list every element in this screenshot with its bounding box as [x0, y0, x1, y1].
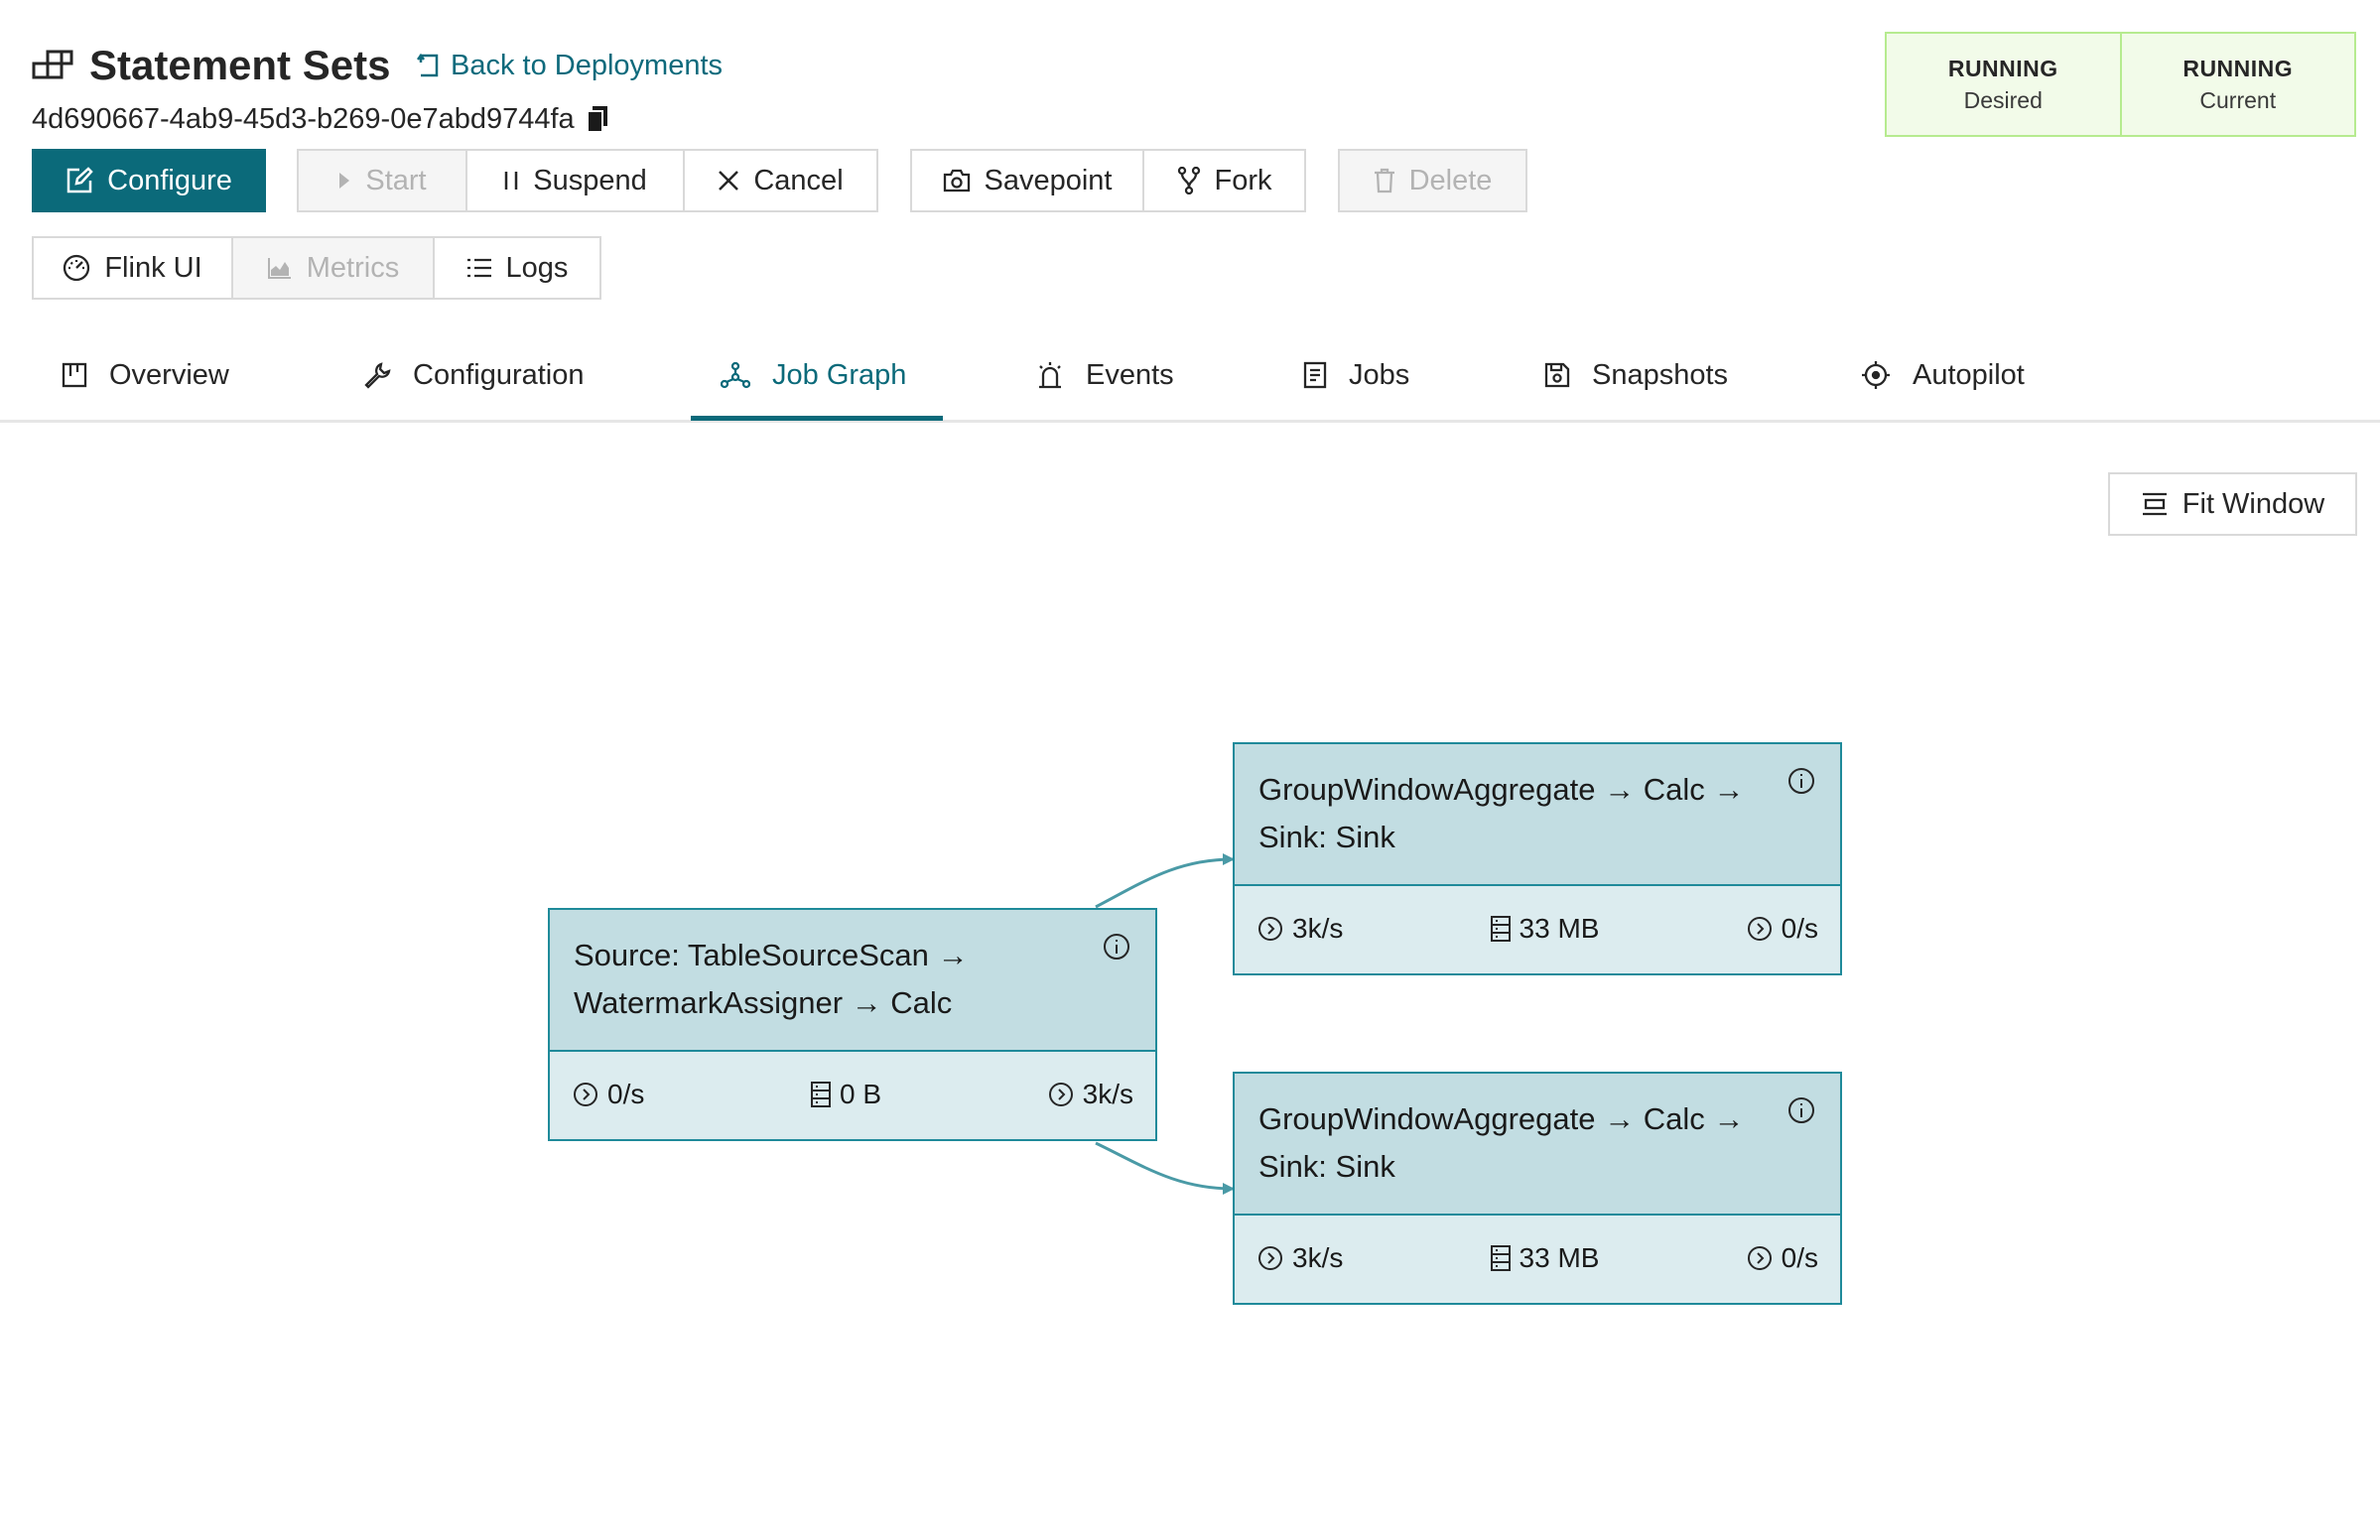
node-metrics: 3k/s 33 MB 0/s — [1235, 884, 1840, 973]
graph-node-source[interactable]: Source: TableSourceScan → WatermarkAssig… — [548, 908, 1157, 1141]
state-size-metric: 33 MB — [1490, 1242, 1600, 1274]
out-rate-metric: 0/s — [1746, 913, 1818, 945]
database-icon — [1490, 1245, 1511, 1271]
info-icon[interactable] — [1102, 932, 1131, 962]
state-size: 0 B — [839, 1079, 882, 1109]
rate-in-icon — [1258, 1246, 1282, 1270]
node-title: GroupWindowAggregate → Calc → Sink: Sink — [1258, 772, 1745, 854]
out-rate-metric: 0/s — [1746, 1242, 1818, 1274]
state-size-metric: 33 MB — [1490, 913, 1600, 945]
edge-source-to-sink-2 — [1095, 1141, 1235, 1195]
rate-out-icon — [1747, 917, 1772, 941]
database-icon — [1490, 916, 1511, 942]
in-rate-metric: 3k/s — [1256, 1242, 1343, 1274]
in-rate-metric: 3k/s — [1256, 913, 1343, 945]
in-rate: 0/s — [607, 1079, 645, 1109]
node-title: Source: TableSourceScan → WatermarkAssig… — [574, 938, 969, 1020]
out-rate: 3k/s — [1082, 1079, 1133, 1109]
state-size: 33 MB — [1519, 1242, 1600, 1273]
node-title: GroupWindowAggregate → Calc → Sink: Sink — [1258, 1101, 1745, 1184]
rate-in-icon — [1258, 917, 1282, 941]
graph-edges — [1095, 853, 1235, 1195]
state-size-metric: 0 B — [810, 1079, 881, 1110]
graph-node-sink-1[interactable]: GroupWindowAggregate → Calc → Sink: Sink… — [1233, 742, 1842, 975]
in-rate: 3k/s — [1292, 1242, 1344, 1273]
in-rate-metric: 0/s — [572, 1079, 644, 1110]
database-icon — [810, 1082, 831, 1107]
node-metrics: 0/s 0 B 3k/s — [550, 1050, 1155, 1139]
node-header: Source: TableSourceScan → WatermarkAssig… — [550, 910, 1155, 1052]
graph-node-sink-2[interactable]: GroupWindowAggregate → Calc → Sink: Sink… — [1233, 1072, 1842, 1305]
in-rate: 3k/s — [1292, 913, 1344, 944]
node-header: GroupWindowAggregate → Calc → Sink: Sink — [1235, 1074, 1840, 1216]
out-rate-metric: 3k/s — [1047, 1079, 1133, 1110]
node-metrics: 3k/s 33 MB 0/s — [1235, 1214, 1840, 1303]
rate-out-icon — [1048, 1083, 1073, 1106]
info-icon[interactable] — [1786, 1095, 1816, 1125]
out-rate: 0/s — [1781, 1242, 1818, 1273]
edge-source-to-sink-1 — [1095, 853, 1235, 909]
rate-in-icon — [574, 1083, 597, 1106]
node-header: GroupWindowAggregate → Calc → Sink: Sink — [1235, 744, 1840, 886]
out-rate: 0/s — [1781, 913, 1818, 944]
info-icon[interactable] — [1786, 766, 1816, 796]
state-size: 33 MB — [1519, 913, 1600, 944]
rate-out-icon — [1747, 1246, 1772, 1270]
